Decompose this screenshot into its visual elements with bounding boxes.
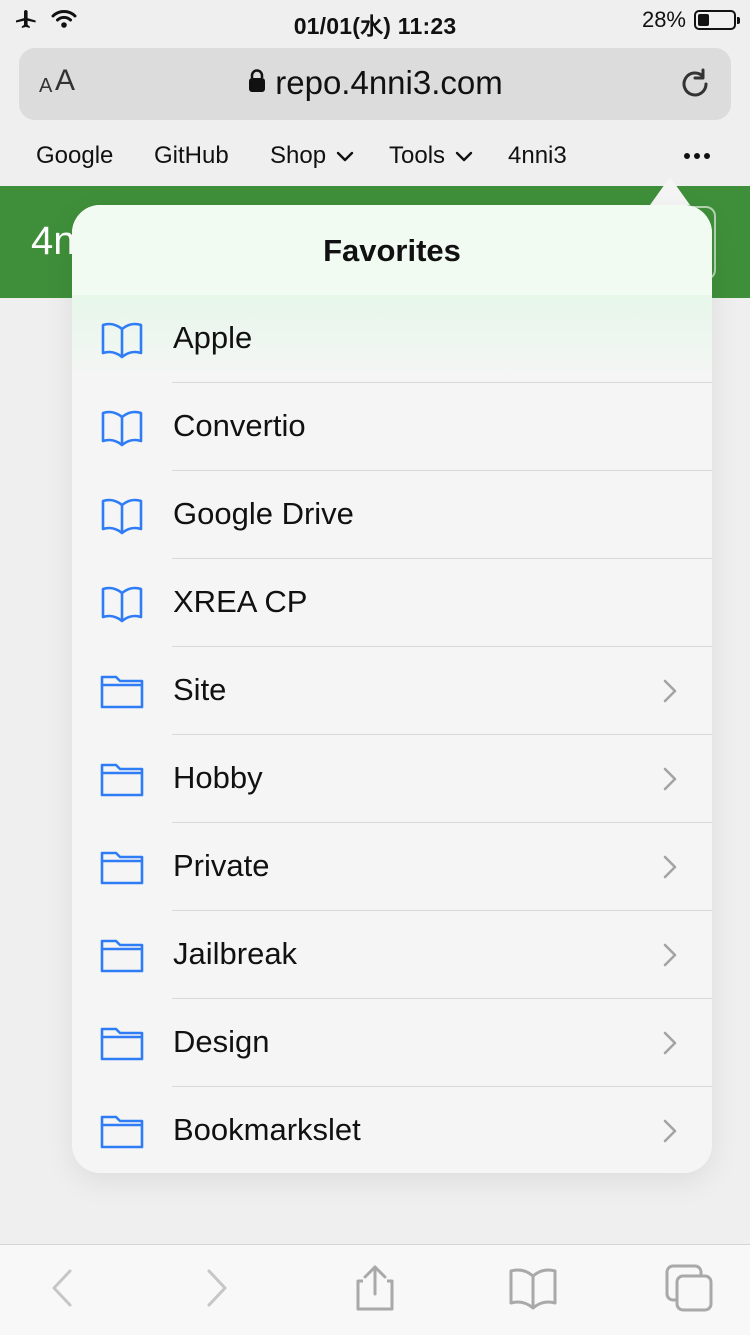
chevron-down-icon xyxy=(455,142,473,170)
book-icon xyxy=(99,495,145,535)
status-time: 01/01(水) 11:23 xyxy=(293,13,457,39)
list-item[interactable]: Private xyxy=(72,823,712,911)
chevron-right-icon xyxy=(207,1269,227,1307)
favorite-label: XREA CP xyxy=(173,584,308,619)
url-text[interactable]: repo.4nni3.com xyxy=(275,64,502,102)
favorites-bar-label: 4nni3 xyxy=(508,142,567,169)
popover-header: Favorites xyxy=(72,205,712,296)
popover-title: Favorites xyxy=(323,233,461,268)
battery-status: 28% xyxy=(641,7,740,33)
folder-icon xyxy=(99,1111,145,1151)
list-item[interactable]: Design xyxy=(72,999,712,1087)
back-button[interactable] xyxy=(34,1263,90,1313)
tabs-button[interactable] xyxy=(662,1263,718,1313)
chevron-down-icon xyxy=(336,142,354,170)
chevron-right-icon xyxy=(662,1118,678,1144)
folder-icon xyxy=(99,935,145,975)
reload-icon xyxy=(682,68,708,97)
favorites-bar-label: Shop xyxy=(270,142,327,169)
share-button[interactable] xyxy=(347,1263,403,1313)
chevron-right-icon xyxy=(662,942,678,968)
favorite-label: Site xyxy=(173,672,227,707)
chevron-left-icon xyxy=(52,1269,72,1307)
favorite-label: Hobby xyxy=(173,760,263,795)
book-icon xyxy=(99,583,145,623)
favorites-bar-label: Tools xyxy=(389,142,446,169)
folder-icon xyxy=(99,671,145,711)
status-bar: 01/01(水) 11:23 28% xyxy=(0,0,750,40)
favorite-label: Bookmarkslet xyxy=(173,1112,361,1147)
book-icon xyxy=(509,1268,557,1310)
lock-icon xyxy=(247,68,267,99)
favorites-bar-google[interactable]: Google xyxy=(36,138,113,174)
favorites-bar-shop[interactable]: Shop xyxy=(270,138,354,174)
list-item[interactable]: Google Drive xyxy=(72,471,712,559)
favorite-label: Apple xyxy=(173,320,253,355)
favorite-label: Google Drive xyxy=(173,496,354,531)
favorite-label: Convertio xyxy=(173,408,306,443)
bottom-toolbar xyxy=(0,1244,750,1335)
share-icon xyxy=(356,1265,394,1311)
address-bar[interactable]: A A repo.4nni3.com xyxy=(19,48,731,120)
favorites-list: Apple Convertio Google Drive XREA CP Sit… xyxy=(72,295,712,1173)
battery-percent: 28% xyxy=(641,7,686,32)
favorite-label: Design xyxy=(173,1024,270,1059)
page-title: 4n xyxy=(31,219,76,263)
forward-button[interactable] xyxy=(189,1263,245,1313)
folder-icon xyxy=(99,759,145,799)
bookmarks-button[interactable] xyxy=(505,1263,561,1313)
chevron-right-icon xyxy=(662,1030,678,1056)
book-icon xyxy=(99,319,145,359)
book-icon xyxy=(99,407,145,447)
favorites-bar-label: Google xyxy=(36,142,114,169)
list-item[interactable]: Apple xyxy=(72,295,712,383)
folder-icon xyxy=(99,847,145,887)
popover-arrow xyxy=(650,177,690,205)
chevron-right-icon xyxy=(662,854,678,880)
chevron-right-icon xyxy=(662,766,678,792)
more-button[interactable] xyxy=(677,137,717,175)
favorites-bar: Google GitHub Shop Tools 4nni3 xyxy=(0,132,750,182)
favorites-bar-github[interactable]: GitHub xyxy=(154,138,229,174)
list-item[interactable]: Site xyxy=(72,647,712,735)
url-display[interactable]: repo.4nni3.com xyxy=(19,64,731,102)
list-item[interactable]: Hobby xyxy=(72,735,712,823)
folder-icon xyxy=(99,1023,145,1063)
favorites-popover: Favorites Apple Convertio Google Drive X… xyxy=(72,205,712,1173)
list-item[interactable]: Jailbreak xyxy=(72,911,712,999)
tabs-icon xyxy=(665,1264,713,1312)
list-item[interactable]: Bookmarkslet xyxy=(72,1087,712,1173)
favorite-label: Private xyxy=(173,848,270,883)
favorites-bar-tools[interactable]: Tools xyxy=(389,138,473,174)
favorite-label: Jailbreak xyxy=(173,936,298,971)
favorites-bar-label: GitHub xyxy=(154,142,229,169)
ellipsis-icon xyxy=(684,153,710,159)
list-item[interactable]: Convertio xyxy=(72,383,712,471)
chevron-right-icon xyxy=(662,678,678,704)
list-item[interactable]: XREA CP xyxy=(72,559,712,647)
battery-icon xyxy=(694,10,740,30)
favorites-bar-4nni3[interactable]: 4nni3 xyxy=(508,138,567,174)
reload-button[interactable] xyxy=(675,64,715,104)
